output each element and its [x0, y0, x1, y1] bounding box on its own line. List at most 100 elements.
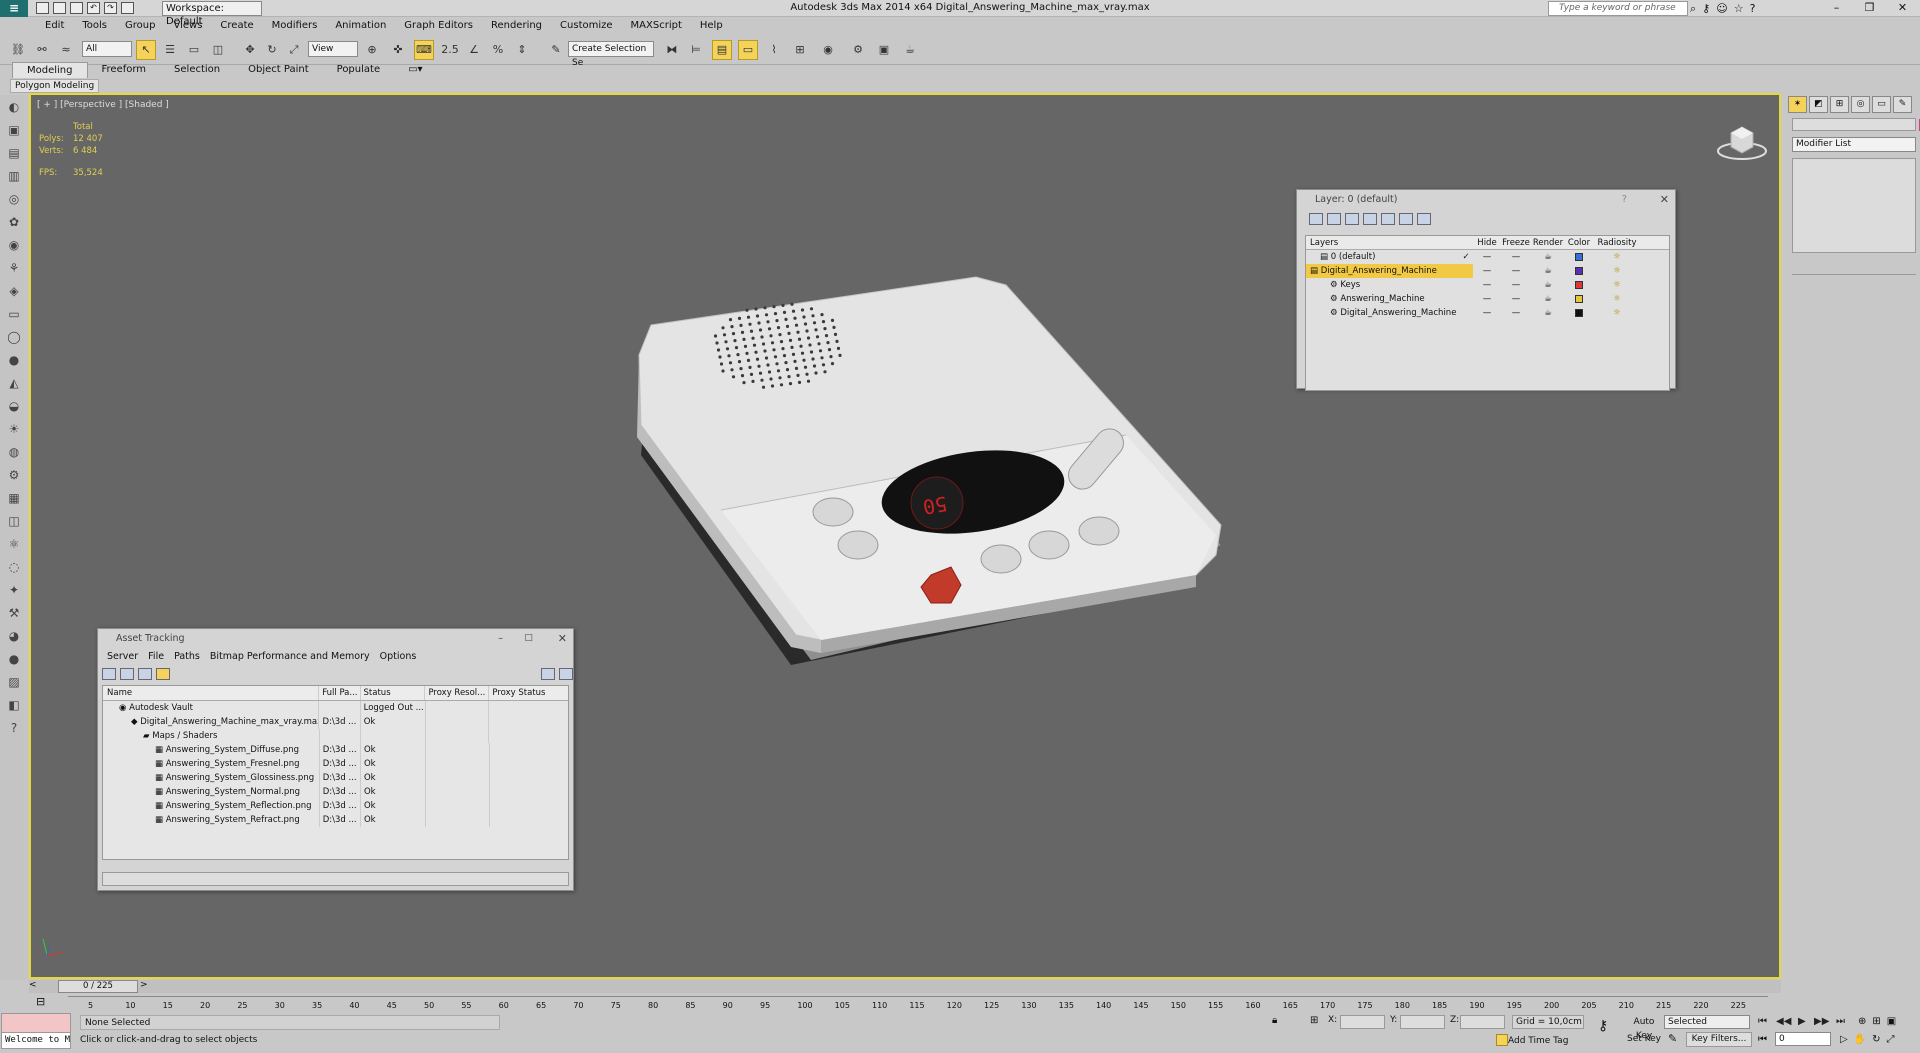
- close-icon[interactable]: ✕: [558, 629, 567, 648]
- zoom-all-icon[interactable]: ⊞: [1872, 1016, 1880, 1027]
- table-row[interactable]: ▦ Answering_System_Fresnel.png D:\3d ... O…: [103, 757, 568, 771]
- scale-icon[interactable]: ⤢: [284, 40, 304, 60]
- layer-col-radiosity[interactable]: Radiosity: [1593, 236, 1641, 249]
- key-selection-dropdown[interactable]: Selected: [1664, 1015, 1750, 1029]
- left-tool-11-icon[interactable]: ◯: [0, 325, 28, 348]
- trackbar-menu-icon[interactable]: ⊟: [36, 995, 45, 1008]
- hierarchy-tab-icon[interactable]: ⊞: [1830, 96, 1849, 113]
- star-icon[interactable]: ☆: [1734, 2, 1744, 16]
- layer-row[interactable]: ⚙ Keys — — ☕ ☼: [1306, 278, 1669, 292]
- table-row[interactable]: ▦ Answering_System_Glossiness.png D:\3d .…: [103, 771, 568, 785]
- hide-toggle[interactable]: —: [1473, 292, 1501, 306]
- render-teapot-icon[interactable]: ☕: [1531, 250, 1565, 264]
- maxscript-input[interactable]: Welcome to M: [1, 1032, 71, 1049]
- schematic-view-icon[interactable]: ⊞: [790, 40, 810, 60]
- add-to-layer-icon[interactable]: [1345, 213, 1359, 225]
- table-view-icon[interactable]: [156, 668, 170, 680]
- viewport-label[interactable]: [ + ] [Perspective ] [Shaded ]: [37, 100, 169, 110]
- binoculars-icon[interactable]: ⌕: [1690, 2, 1696, 16]
- left-tool-17-icon[interactable]: ⚙: [0, 463, 28, 486]
- left-tool-16-icon[interactable]: ◍: [0, 440, 28, 463]
- freeze-toggle[interactable]: —: [1501, 250, 1531, 264]
- select-manipulate-icon[interactable]: ✜: [388, 40, 408, 60]
- render-teapot-icon[interactable]: ☕: [1531, 278, 1565, 292]
- z-coord-field[interactable]: [1460, 1015, 1505, 1029]
- undo-icon[interactable]: ↶: [87, 2, 100, 14]
- utilities-tab-icon[interactable]: ✎: [1893, 96, 1912, 113]
- table-row[interactable]: ▦ Answering_System_Reflection.png D:\3d .…: [103, 799, 568, 813]
- render-setup-icon[interactable]: ⚙: [848, 40, 868, 60]
- hide-toggle[interactable]: —: [1473, 278, 1501, 292]
- layer-current-check[interactable]: [1459, 306, 1473, 320]
- select-by-name-icon[interactable]: ☰: [160, 40, 180, 60]
- goto-end-icon[interactable]: ⏭: [1836, 1016, 1845, 1027]
- layer-col-color[interactable]: Color: [1565, 236, 1593, 249]
- y-coord-field[interactable]: [1400, 1015, 1445, 1029]
- minimize-icon[interactable]: –: [498, 629, 503, 648]
- layer-row[interactable]: ▤ Digital_Answering_Machine — — ☕ ☼: [1306, 264, 1669, 278]
- person-icon[interactable]: ☺: [1716, 2, 1727, 16]
- asset-name[interactable]: ▰ Maps / Shaders: [103, 729, 320, 743]
- table-row[interactable]: ▦ Answering_System_Normal.png D:\3d ... Ok: [103, 785, 568, 799]
- left-tool-20-icon[interactable]: ⚛: [0, 532, 28, 555]
- time-slider[interactable]: 0 / 225: [58, 980, 138, 993]
- asset-name[interactable]: ▦ Answering_System_Refract.png: [103, 813, 320, 827]
- layer-color[interactable]: [1565, 264, 1593, 278]
- left-tool-8-icon[interactable]: ⚘: [0, 256, 28, 279]
- layer-color[interactable]: [1565, 278, 1593, 292]
- new-file-icon[interactable]: [36, 2, 49, 14]
- orbit-icon[interactable]: ↻: [1872, 1034, 1880, 1045]
- left-tool-19-icon[interactable]: ◫: [0, 509, 28, 532]
- menu-tools[interactable]: Tools: [73, 17, 116, 35]
- key-filters-button[interactable]: Key Filters...: [1686, 1032, 1752, 1047]
- asset-name[interactable]: ◆ Digital_Answering_Machine_max_vray.max: [103, 715, 320, 729]
- radiosity-icon[interactable]: ☼: [1593, 264, 1641, 278]
- radiosity-icon[interactable]: ☼: [1593, 292, 1641, 306]
- render-teapot-icon[interactable]: ☕: [900, 40, 920, 60]
- color-swatch[interactable]: [1575, 294, 1583, 303]
- menu-create[interactable]: Create: [211, 17, 262, 35]
- edit-named-sel-icon[interactable]: ✎: [546, 40, 566, 60]
- left-tool-10-icon[interactable]: ▭: [0, 302, 28, 325]
- left-tool-25-icon[interactable]: ●: [0, 647, 28, 670]
- unlink-icon[interactable]: ⚯: [32, 40, 52, 60]
- named-selection-dropdown[interactable]: Create Selection Se: [568, 41, 654, 68]
- asset-col-1[interactable]: Name: [103, 686, 320, 700]
- asset-menu-options[interactable]: Options: [375, 648, 422, 665]
- selection-filter-dropdown[interactable]: All: [82, 41, 132, 57]
- hide-toggle[interactable]: —: [1473, 250, 1501, 264]
- menu-customize[interactable]: Customize: [551, 17, 622, 35]
- prev-frame-icon[interactable]: <: [29, 980, 37, 990]
- time-slider-track[interactable]: [29, 980, 1781, 993]
- fov-icon[interactable]: ▷: [1840, 1034, 1848, 1045]
- left-tool-6-icon[interactable]: ✿: [0, 210, 28, 233]
- pivot-center-icon[interactable]: ⊕: [362, 40, 382, 60]
- layer-current-check[interactable]: [1459, 264, 1473, 278]
- layer-color[interactable]: [1565, 250, 1593, 264]
- left-tool-1-icon[interactable]: ◐: [0, 95, 28, 118]
- maximize-icon[interactable]: ☐: [524, 629, 533, 648]
- zoom-icon[interactable]: ⊕: [1858, 1016, 1866, 1027]
- ribbon-tab-populate[interactable]: Populate: [323, 62, 394, 78]
- ribbon-tab-modeling[interactable]: Modeling: [12, 62, 88, 78]
- key-mode-icon[interactable]: ✎: [1668, 1032, 1677, 1045]
- close-icon[interactable]: ✕: [1660, 190, 1669, 209]
- left-tool-24-icon[interactable]: ◕: [0, 624, 28, 647]
- layer-name[interactable]: ⚙ Digital_Answering_Machine: [1306, 306, 1473, 320]
- menu-group[interactable]: Group: [116, 17, 164, 35]
- layer-col-hide[interactable]: Hide: [1473, 236, 1501, 249]
- move-icon[interactable]: ✥: [240, 40, 260, 60]
- asset-name[interactable]: ▦ Answering_System_Diffuse.png: [103, 743, 320, 757]
- table-row[interactable]: ◉ Autodesk Vault Logged Out ...: [103, 701, 568, 715]
- hide-toggle[interactable]: —: [1473, 306, 1501, 320]
- modify-tab-icon[interactable]: ◩: [1809, 96, 1828, 113]
- app-logo-icon[interactable]: ≡: [0, 0, 28, 17]
- menu-graph-editors[interactable]: Graph Editors: [395, 17, 482, 35]
- asset-col-2[interactable]: Full Pa...: [319, 686, 361, 700]
- menu-animation[interactable]: Animation: [326, 17, 395, 35]
- motion-tab-icon[interactable]: ◎: [1851, 96, 1870, 113]
- object-name-field[interactable]: [1792, 118, 1920, 131]
- layer-current-check[interactable]: [1459, 292, 1473, 306]
- material-editor-icon[interactable]: ◉: [818, 40, 838, 60]
- menu-help[interactable]: Help: [691, 17, 732, 35]
